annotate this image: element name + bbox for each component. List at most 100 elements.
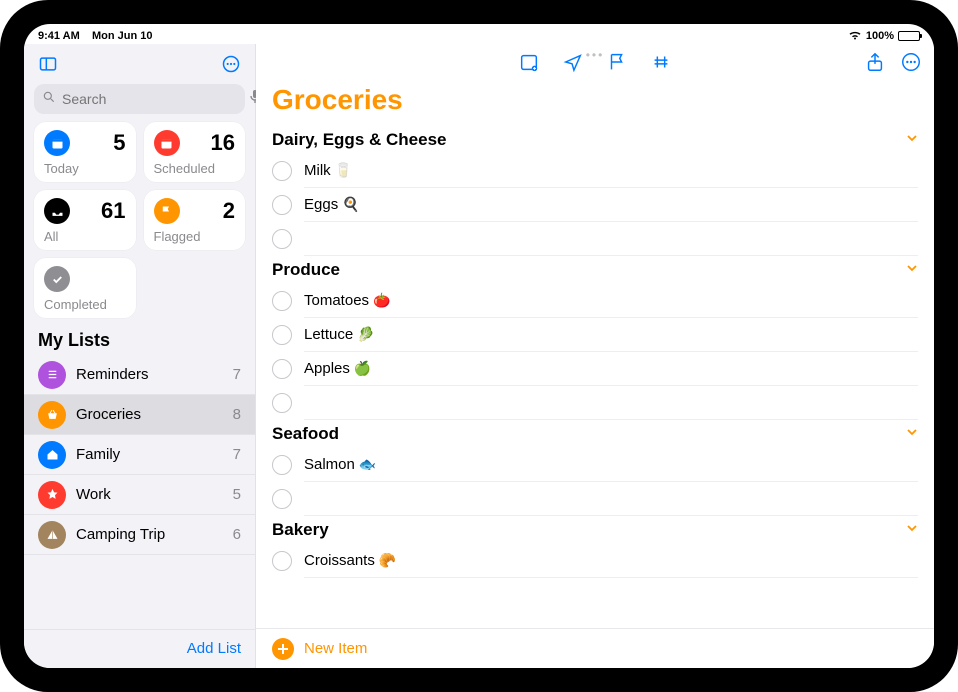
scheduled-count: 16 xyxy=(211,130,235,156)
reminder-text[interactable]: Apples 🍏 xyxy=(304,352,918,386)
smart-list-today[interactable]: 5 Today xyxy=(34,122,136,182)
complete-checkbox[interactable] xyxy=(272,551,292,571)
section-header[interactable]: Seafood xyxy=(256,420,934,448)
add-list-button[interactable]: Add List xyxy=(187,640,241,657)
status-date: Mon Jun 10 xyxy=(92,30,153,42)
screen: 9:41 AM Mon Jun 10 100% xyxy=(24,24,934,668)
sidebar-list-reminders[interactable]: Reminders7 xyxy=(24,355,255,395)
complete-checkbox[interactable] xyxy=(272,455,292,475)
flag-button[interactable] xyxy=(606,51,628,73)
reminder-text[interactable]: Salmon 🐟 xyxy=(304,448,918,482)
smart-list-scheduled[interactable]: 16 Scheduled xyxy=(144,122,246,182)
status-left: 9:41 AM Mon Jun 10 xyxy=(38,30,153,42)
section-header[interactable]: Dairy, Eggs & Cheese xyxy=(256,126,934,154)
house-icon xyxy=(38,441,66,469)
new-item-button[interactable]: New Item xyxy=(304,640,367,657)
main-more-button[interactable] xyxy=(900,51,922,73)
smart-list-all[interactable]: 61 All xyxy=(34,190,136,250)
section-name: Seafood xyxy=(272,424,339,444)
reminder-text[interactable]: Lettuce 🥬 xyxy=(304,318,918,352)
sidebar-footer: Add List xyxy=(24,629,255,668)
section-header[interactable]: Bakery xyxy=(256,516,934,544)
my-lists-header: My Lists xyxy=(24,318,255,355)
complete-checkbox[interactable] xyxy=(272,359,292,379)
all-count: 61 xyxy=(101,198,125,224)
complete-checkbox[interactable] xyxy=(272,489,292,509)
reminder-text[interactable]: Eggs 🍳 xyxy=(304,188,918,222)
search-field[interactable] xyxy=(34,84,245,114)
today-count: 5 xyxy=(113,130,125,156)
reminder-row[interactable]: Lettuce 🥬 xyxy=(256,318,934,352)
complete-checkbox[interactable] xyxy=(272,161,292,181)
search-input[interactable] xyxy=(62,91,243,107)
emoji-icon: 🐟 xyxy=(359,456,376,473)
reminder-row[interactable]: Croissants 🥐 xyxy=(256,544,934,578)
reminder-empty-row[interactable] xyxy=(256,482,934,516)
sidebar-list-camping-trip[interactable]: Camping Trip 6 xyxy=(24,515,255,555)
tent-icon xyxy=(38,521,66,549)
scheduled-label: Scheduled xyxy=(154,161,236,176)
smart-list-flagged[interactable]: 2 Flagged xyxy=(144,190,246,250)
list-name: Camping Trip xyxy=(76,526,223,543)
reminder-row[interactable]: Eggs 🍳 xyxy=(256,188,934,222)
chevron-down-icon[interactable] xyxy=(906,521,918,539)
complete-checkbox[interactable] xyxy=(272,195,292,215)
share-button[interactable] xyxy=(864,51,886,73)
sidebar-list-family[interactable]: Family7 xyxy=(24,435,255,475)
toggle-sidebar-button[interactable] xyxy=(34,50,62,78)
calendar-icon xyxy=(154,130,180,156)
complete-checkbox[interactable] xyxy=(272,325,292,345)
emoji-icon: 🍏 xyxy=(354,360,371,377)
reminder-text[interactable]: Milk 🥛 xyxy=(304,154,918,188)
chevron-down-icon[interactable] xyxy=(906,425,918,443)
checkmark-icon xyxy=(44,266,70,292)
reminder-empty-row[interactable] xyxy=(256,386,934,420)
status-right: 100% xyxy=(848,30,920,43)
reminders-scroll[interactable]: Dairy, Eggs & Cheese Milk 🥛Eggs 🍳 Produce T… xyxy=(256,126,934,628)
sidebar-more-button[interactable] xyxy=(217,50,245,78)
list-count: 6 xyxy=(233,526,241,543)
section-header[interactable]: Produce xyxy=(256,256,934,284)
smart-list-completed[interactable]: Completed xyxy=(34,258,136,318)
new-reminder-calendar-button[interactable] xyxy=(518,51,540,73)
chevron-down-icon[interactable] xyxy=(906,131,918,149)
reminder-empty-row[interactable] xyxy=(256,222,934,256)
tag-button[interactable] xyxy=(650,51,672,73)
flagged-count: 2 xyxy=(223,198,235,224)
reminder-text[interactable] xyxy=(304,222,918,256)
emoji-icon: 🥬 xyxy=(357,326,374,343)
flag-icon xyxy=(154,198,180,224)
my-lists: Reminders7Groceries8Family7Work5Camping … xyxy=(24,355,255,629)
basket-icon xyxy=(38,401,66,429)
sidebar-toolbar xyxy=(24,44,255,82)
reminder-text[interactable]: Tomatoes 🍅 xyxy=(304,284,918,318)
search-icon xyxy=(42,90,56,109)
list-count: 8 xyxy=(233,406,241,423)
complete-checkbox[interactable] xyxy=(272,291,292,311)
reminder-row[interactable]: Tomatoes 🍅 xyxy=(256,284,934,318)
list-title: Groceries xyxy=(256,78,934,126)
list-count: 5 xyxy=(233,486,241,503)
complete-checkbox[interactable] xyxy=(272,393,292,413)
calendar-icon xyxy=(44,130,70,156)
reminder-text[interactable] xyxy=(304,386,918,420)
reminder-row[interactable]: Milk 🥛 xyxy=(256,154,934,188)
location-button[interactable] xyxy=(562,51,584,73)
section-name: Dairy, Eggs & Cheese xyxy=(272,130,446,150)
sidebar-list-work[interactable]: Work5 xyxy=(24,475,255,515)
reminder-row[interactable]: Apples 🍏 xyxy=(256,352,934,386)
complete-checkbox[interactable] xyxy=(272,229,292,249)
reminder-text[interactable]: Croissants 🥐 xyxy=(304,544,918,578)
reminder-row[interactable]: Salmon 🐟 xyxy=(256,448,934,482)
section-name: Produce xyxy=(272,260,340,280)
main-pane: ••• Groceries Dairy, Eggs & Che xyxy=(256,44,934,668)
chevron-down-icon[interactable] xyxy=(906,261,918,279)
split-view: 5 Today 16 Scheduled xyxy=(24,44,934,668)
section-name: Bakery xyxy=(272,520,329,540)
reminder-text[interactable] xyxy=(304,482,918,516)
tray-icon xyxy=(44,198,70,224)
list-name: Family xyxy=(76,446,223,463)
plus-icon[interactable] xyxy=(272,638,294,660)
sidebar-list-groceries[interactable]: Groceries8 xyxy=(24,395,255,435)
today-label: Today xyxy=(44,161,126,176)
